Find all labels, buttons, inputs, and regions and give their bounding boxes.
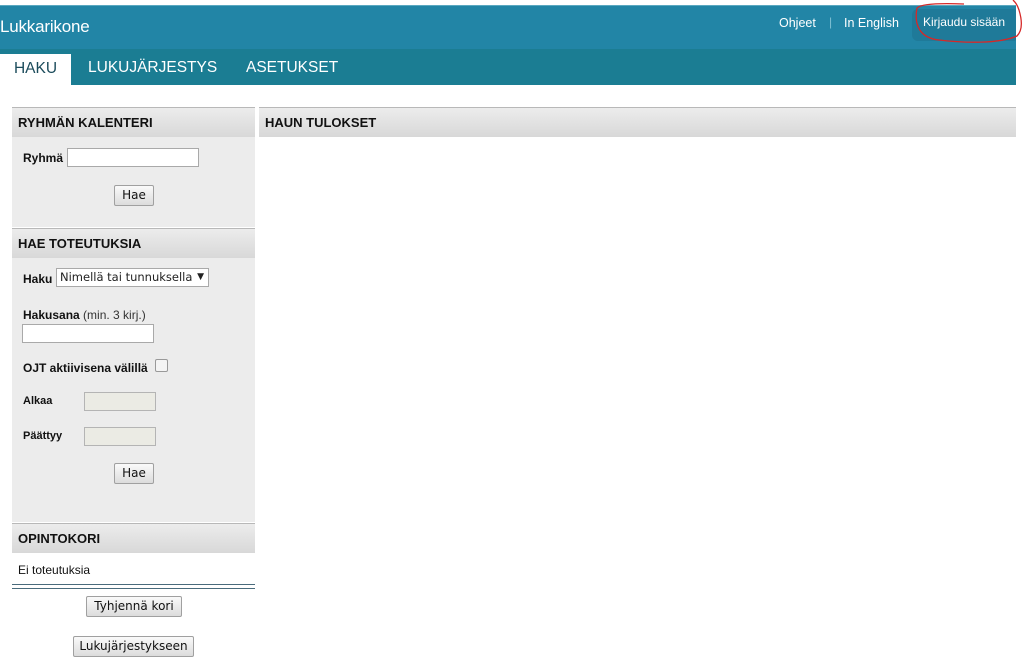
- search-mode-select[interactable]: Nimellä tai tunnuksella ▼: [56, 268, 209, 287]
- link-separator: |: [829, 15, 833, 29]
- basket-divider: [12, 584, 255, 589]
- keyword-input[interactable]: [22, 324, 154, 343]
- study-basket-header: OPINTOKORI: [12, 523, 255, 553]
- search-implementations-header: HAE TOTEUTUKSIA: [12, 228, 255, 258]
- to-timetable-button[interactable]: Lukujärjestykseen: [73, 636, 194, 657]
- dropdown-arrow-icon: ▼: [197, 272, 204, 282]
- group-input[interactable]: [67, 148, 199, 167]
- basket-empty-text: Ei toteutuksia: [18, 563, 91, 577]
- clear-basket-button[interactable]: Tyhjennä kori: [86, 596, 182, 617]
- keyword-label-row: Hakusana (min. 3 kirj.): [23, 308, 146, 322]
- search-mode-label: Haku: [23, 272, 53, 286]
- group-label: Ryhmä: [23, 151, 64, 165]
- login-button[interactable]: Kirjaudu sisään: [912, 9, 1016, 41]
- tab-haku[interactable]: HAKU: [0, 54, 71, 85]
- help-link[interactable]: Ohjeet: [779, 16, 816, 30]
- start-date-label: Alkaa: [23, 395, 53, 407]
- app-title[interactable]: Lukkarikone: [0, 17, 90, 37]
- end-date-label: Päättyy: [23, 430, 63, 442]
- start-date-input[interactable]: [84, 392, 156, 411]
- english-link[interactable]: In English: [844, 16, 899, 30]
- active-between-label: OJT aktiivisena välillä: [23, 361, 148, 375]
- tab-lukujarjestys[interactable]: LUKUJÄRJESTYS: [88, 49, 217, 85]
- keyword-label: Hakusana: [23, 308, 80, 322]
- search-mode-selected: Nimellä tai tunnuksella: [60, 270, 193, 284]
- active-between-checkbox[interactable]: [155, 359, 168, 372]
- results-header: HAUN TULOKSET: [259, 107, 1016, 137]
- group-search-button[interactable]: Hae: [114, 185, 154, 206]
- tab-asetukset[interactable]: ASETUKSET: [246, 49, 338, 85]
- keyword-hint: (min. 3 kirj.): [83, 308, 146, 322]
- main-tabs: HAKU LUKUJÄRJESTYS ASETUKSET: [0, 49, 1016, 85]
- end-date-input[interactable]: [84, 427, 156, 446]
- app-header: Lukkarikone Ohjeet | In English Kirjaudu…: [0, 0, 1023, 49]
- implementations-search-button[interactable]: Hae: [114, 463, 154, 484]
- group-calendar-header: RYHMÄN KALENTERI: [12, 107, 255, 137]
